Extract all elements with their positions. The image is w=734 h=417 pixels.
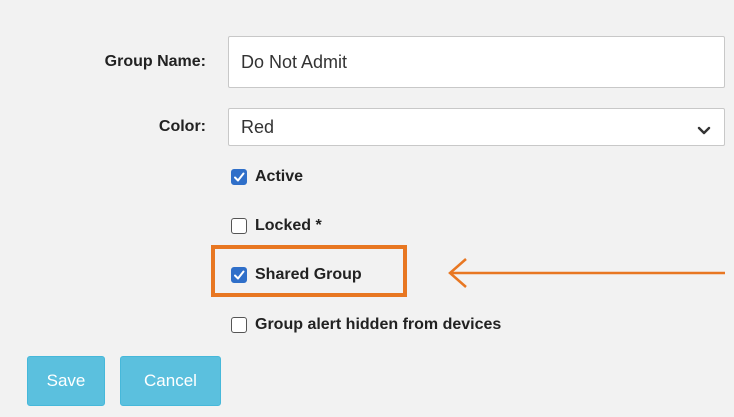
chevron-down-icon (696, 121, 712, 135)
color-select[interactable]: Red (228, 108, 725, 146)
highlight-box (211, 245, 407, 297)
active-checkbox-row[interactable]: Active (231, 168, 303, 186)
arrow-left-icon (448, 258, 725, 288)
color-select-value: Red (241, 116, 275, 137)
group-name-label: Group Name: (104, 53, 206, 70)
group-settings-form: Group Name: Color: Red Active Locked * (0, 0, 734, 417)
hidden-alert-checkbox[interactable] (231, 317, 247, 333)
locked-checkbox-label: Locked * (255, 217, 322, 234)
check-icon (234, 172, 245, 182)
group-name-input[interactable] (228, 36, 725, 88)
color-label: Color: (158, 118, 206, 135)
locked-checkbox-row[interactable]: Locked * (231, 217, 322, 235)
active-checkbox[interactable] (231, 169, 247, 185)
cancel-button[interactable]: Cancel (120, 356, 221, 406)
save-button[interactable]: Save (27, 356, 105, 406)
hidden-alert-checkbox-label: Group alert hidden from devices (255, 316, 502, 333)
active-checkbox-label: Active (255, 168, 304, 185)
hidden-alert-checkbox-row[interactable]: Group alert hidden from devices (231, 316, 501, 334)
locked-checkbox[interactable] (231, 218, 247, 234)
